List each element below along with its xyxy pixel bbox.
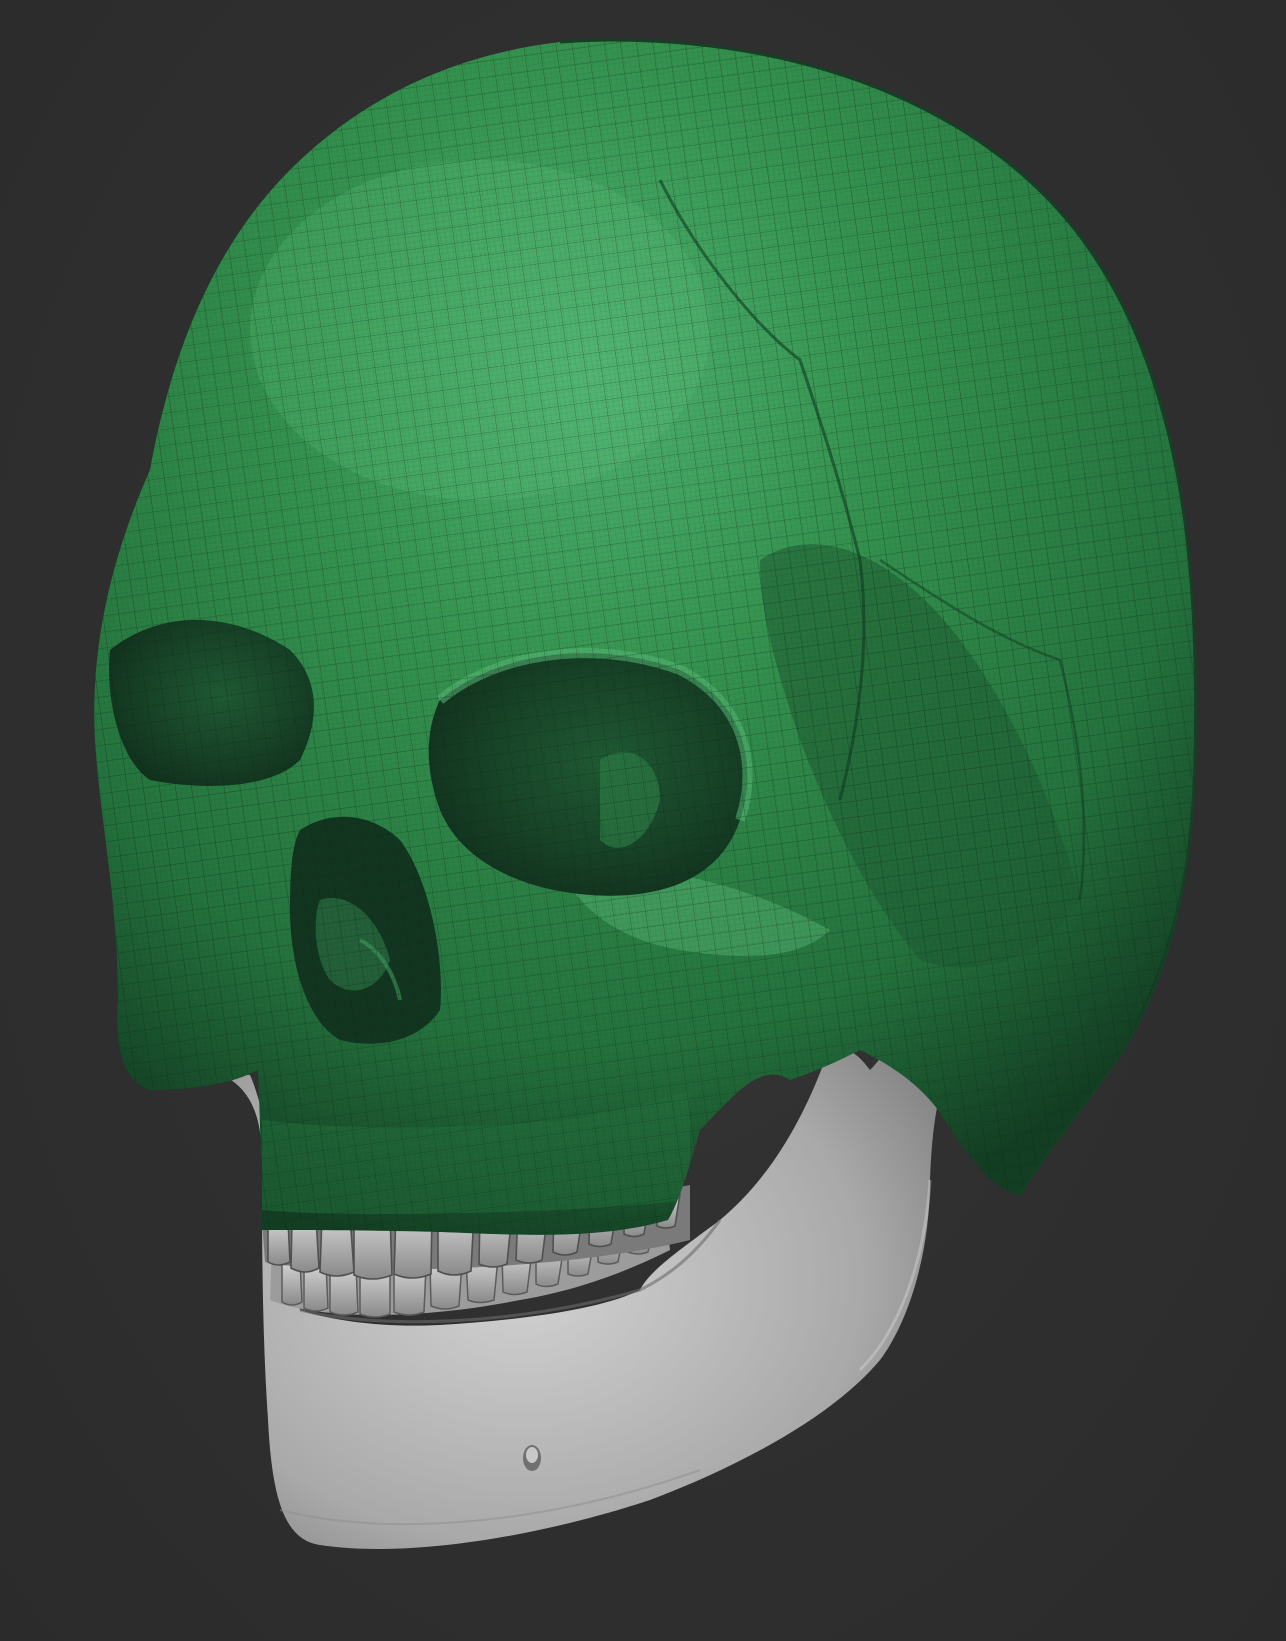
skull-render [94,38,1198,1549]
sculpt-viewport[interactable] [0,0,1286,1641]
